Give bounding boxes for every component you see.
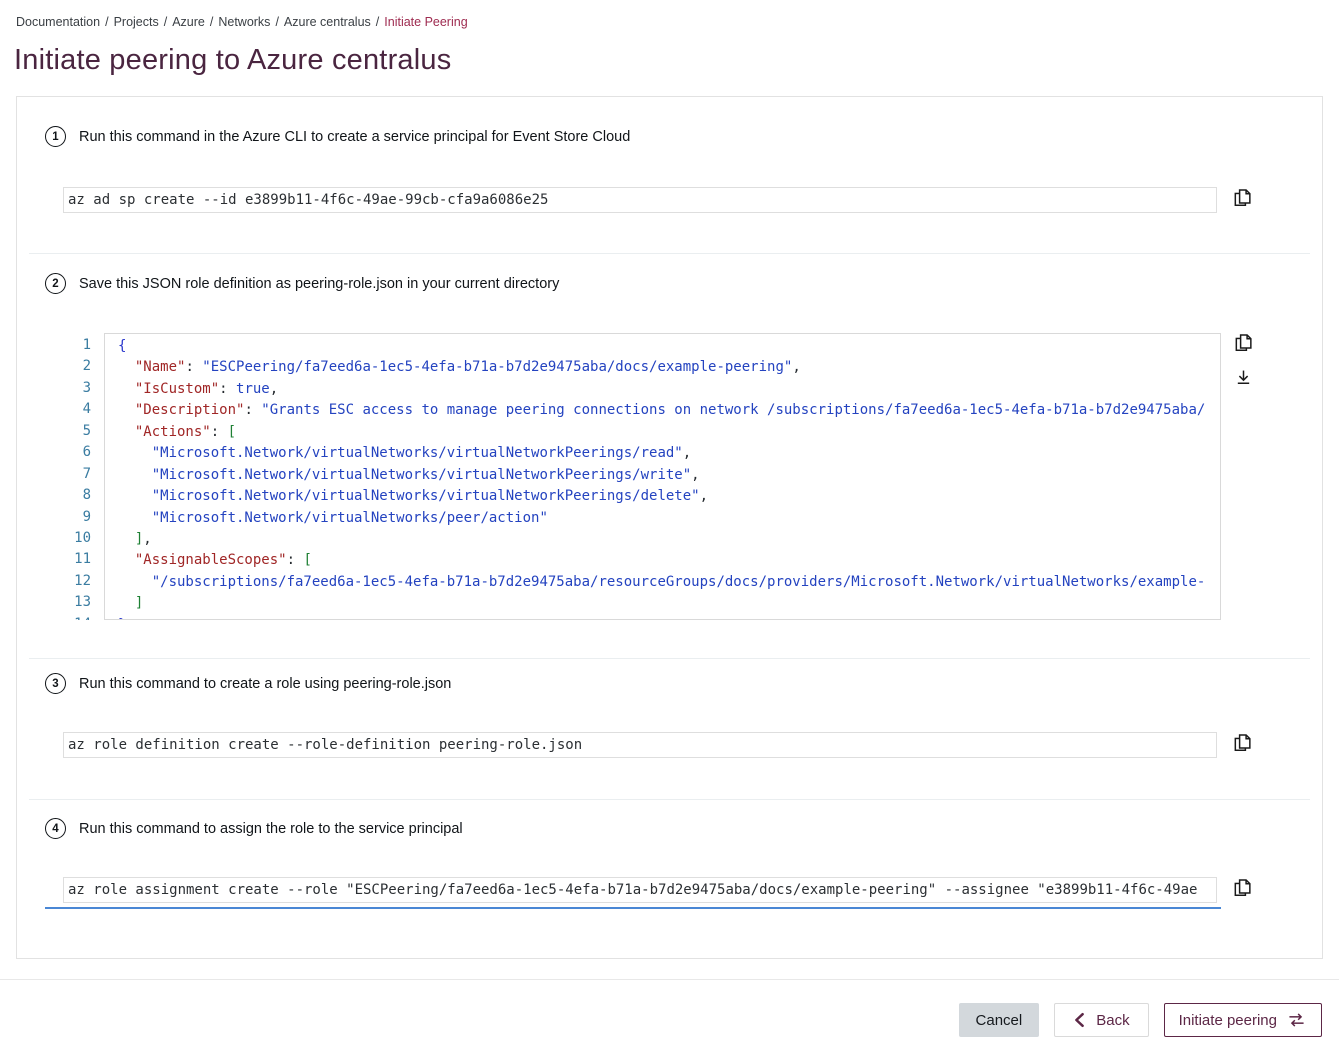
step-3-copy-button[interactable] [1232,732,1253,754]
download-icon [1233,377,1254,392]
initiate-peering-button[interactable]: Initiate peering [1164,1003,1322,1037]
code-line-number: 13 [63,592,91,613]
initiate-peering-label: Initiate peering [1179,1012,1277,1029]
code-line: "Microsoft.Network/virtualNetworks/virtu… [118,486,1220,507]
code-line: "Microsoft.Network/virtualNetworks/peer/… [118,508,1220,529]
breadcrumb: Documentation / Projects / Azure / Networks / Az… [0,0,1339,31]
breadcrumb-link[interactable]: Projects [114,15,159,29]
step-1-command-row: az ad sp create --id e3899b11-4f6c-49ae-… [63,187,1253,213]
code-line-number: 12 [63,571,91,592]
step-4-section: 4 Run this command to assign the role to… [17,800,1322,958]
code-line: { [118,336,1220,357]
code-line-number: 14 [63,614,91,620]
breadcrumb-current: Initiate Peering [384,15,467,29]
step-1-instruction: Run this command in the Azure CLI to cre… [79,129,630,145]
footer-actions: Cancel Back Initiate peering [0,1003,1339,1037]
code-line: } [118,615,1220,620]
code-line: "Actions": [ [118,422,1220,443]
step-2-number-badge: 2 [45,273,66,294]
copy-icon [1232,742,1253,757]
cancel-button[interactable]: Cancel [959,1003,1040,1037]
json-code-block[interactable]: 1234567891011121314 { "Name": "ESCPeerin… [63,333,1221,620]
code-line-number: 5 [63,421,91,442]
code-line: ], [118,529,1220,550]
breadcrumb-separator: / [275,15,278,29]
code-actions [1233,332,1254,389]
code-line: "Microsoft.Network/virtualNetworks/virtu… [118,443,1220,464]
step-2-download-button[interactable] [1233,367,1254,389]
chevron-left-icon [1073,1012,1086,1028]
code-line-number: 2 [63,356,91,377]
code-line-number: 11 [63,549,91,570]
page-title: Initiate peering to Azure centralus [14,44,1339,77]
code-content: { "Name": "ESCPeering/fa7eed6a-1ec5-4efa… [104,333,1221,620]
code-line-number: 7 [63,464,91,485]
breadcrumb-separator: / [376,15,379,29]
step-2-section: 2 Save this JSON role definition as peer… [17,254,1322,658]
code-line: "Name": "ESCPeering/fa7eed6a-1ec5-4efa-b… [118,357,1220,378]
code-line-number: 9 [63,507,91,528]
code-line: "IsCustom": true, [118,379,1220,400]
code-line-number: 4 [63,399,91,420]
code-line-number: 3 [63,378,91,399]
step-4-command-row: az role assignment create --role "ESCPee… [63,877,1253,903]
swap-arrows-icon [1286,1010,1307,1030]
code-line-number: 1 [63,335,91,356]
breadcrumb-separator: / [164,15,167,29]
code-line: ] [118,593,1220,614]
step-1-copy-button[interactable] [1232,187,1253,209]
breadcrumb-separator: / [210,15,213,29]
copy-icon [1232,887,1253,902]
step-4-command-field[interactable]: az role assignment create --role "ESCPee… [63,877,1217,903]
step-3-number-badge: 3 [45,673,66,694]
step-1-number-badge: 1 [45,126,66,147]
step-3-instruction: Run this command to create a role using … [79,676,451,692]
step-4-instruction: Run this command to assign the role to t… [79,821,463,837]
step-2-copy-button[interactable] [1233,332,1254,354]
step-1-header: 1 Run this command in the Azure CLI to c… [45,126,630,147]
breadcrumb-link[interactable]: Networks [218,15,270,29]
code-line: "Microsoft.Network/virtualNetworks/virtu… [118,465,1220,486]
step-4-header: 4 Run this command to assign the role to… [45,818,463,839]
code-line: "Description": "Grants ESC access to man… [118,400,1220,421]
step-2-instruction: Save this JSON role definition as peerin… [79,276,559,292]
horizontal-scrollbar[interactable] [45,907,1221,909]
peering-steps-card: 1 Run this command in the Azure CLI to c… [16,96,1323,959]
step-3-header: 3 Run this command to create a role usin… [45,673,451,694]
step-4-number-badge: 4 [45,818,66,839]
copy-icon [1232,197,1253,212]
code-line: "/subscriptions/fa7eed6a-1ec5-4efa-b71a-… [118,572,1220,593]
breadcrumb-link[interactable]: Azure [172,15,205,29]
code-line-number: 10 [63,528,91,549]
step-2-header: 2 Save this JSON role definition as peer… [45,273,559,294]
copy-icon [1233,342,1254,357]
footer-divider [0,979,1339,980]
back-button-label: Back [1096,1012,1129,1029]
step-4-copy-button[interactable] [1232,877,1253,899]
back-button[interactable]: Back [1054,1003,1148,1037]
step-1-command-field[interactable]: az ad sp create --id e3899b11-4f6c-49ae-… [63,187,1217,213]
code-line-number: 8 [63,485,91,506]
code-line-number: 6 [63,442,91,463]
breadcrumb-link[interactable]: Azure centralus [284,15,371,29]
code-line: "AssignableScopes": [ [118,550,1220,571]
breadcrumb-separator: / [105,15,108,29]
step-3-command-field[interactable]: az role definition create --role-definit… [63,732,1217,758]
step-3-command-row: az role definition create --role-definit… [63,732,1253,758]
step-1-section: 1 Run this command in the Azure CLI to c… [17,97,1322,253]
code-line-numbers: 1234567891011121314 [63,333,104,620]
breadcrumb-link[interactable]: Documentation [16,15,100,29]
step-3-section: 3 Run this command to create a role usin… [17,659,1322,799]
